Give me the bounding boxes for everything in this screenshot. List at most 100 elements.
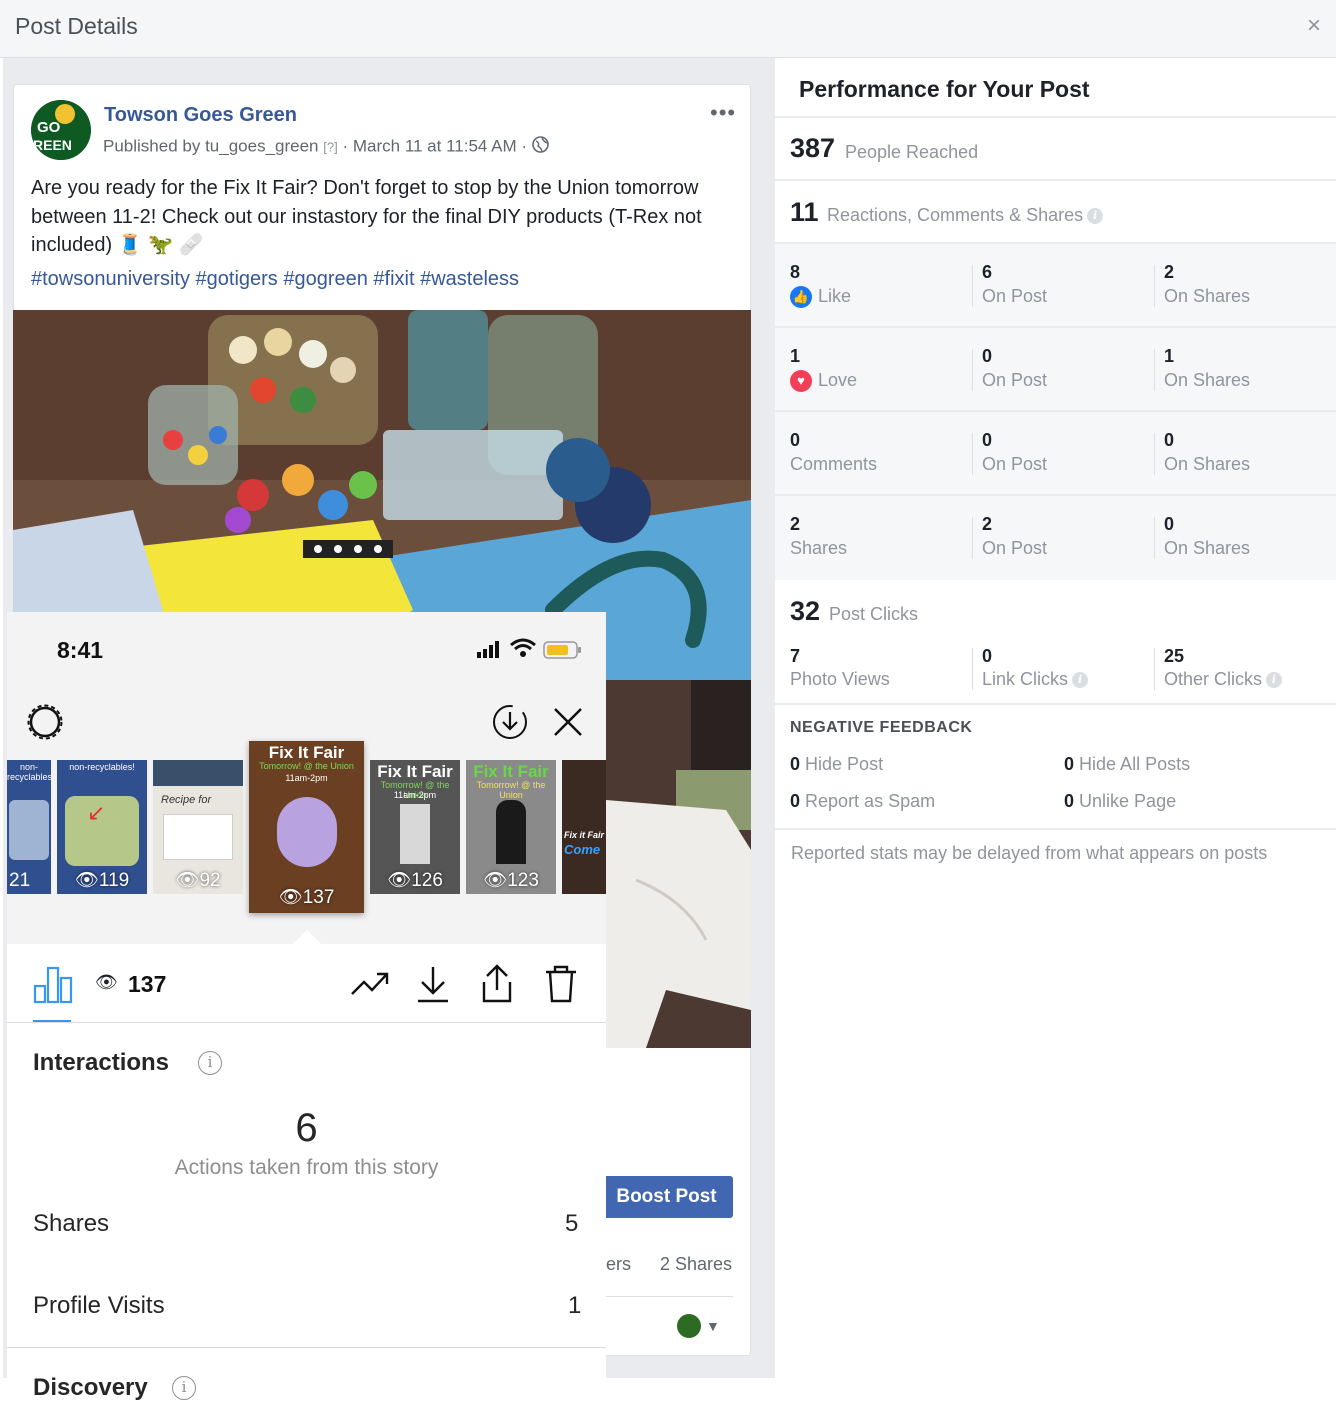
- reaction-total-label-text: Like: [818, 286, 852, 306]
- post-shares-count[interactable]: 2 Shares: [660, 1254, 732, 1275]
- eye-icon: 👁: [278, 887, 303, 908]
- selected-pointer: [293, 930, 321, 944]
- clicks-section: 32 Post Clicks 7 Photo Views 0 Link Clic…: [775, 580, 1336, 705]
- thumbnail-view-count: 👁119: [57, 868, 147, 892]
- arrow-icon: ↙: [87, 800, 106, 825]
- reaction-total-label-text: Love: [818, 370, 858, 390]
- reaction-breakdown-row: 2 Shares 2 On Post 0 On Shares: [775, 496, 1336, 580]
- other-clicks-value: 25: [1164, 646, 1185, 666]
- post-options-icon[interactable]: •••: [710, 100, 736, 126]
- thumbnail-time: 11am-2pm: [393, 790, 437, 800]
- view-count-value: 119: [98, 870, 130, 891]
- post-photo-secondary[interactable]: [606, 680, 751, 1048]
- on-post-value: 2: [982, 514, 993, 534]
- on-shares-value: 1: [1164, 346, 1175, 366]
- reach-row: 387 People Reached: [775, 118, 1336, 181]
- shares-value: 5: [565, 1210, 579, 1237]
- link-clicks-value: 0: [982, 646, 993, 666]
- reaction-total-value: 2: [790, 514, 801, 534]
- delete-trash-icon[interactable]: [543, 964, 579, 1009]
- story-thumbnail-selected[interactable]: Fix It Fair Tomorrow! @ the Union 11am-2…: [249, 741, 364, 913]
- download-story-icon[interactable]: [491, 703, 529, 746]
- reaction-breakdown-rows: 8 👍 Like 6 On Post 2 On Shares 1 ♥ Love 0 On Post 1 O…: [775, 244, 1336, 580]
- eye-icon: 👁: [175, 870, 200, 891]
- negative-feedback-title: NEGATIVE FEEDBACK: [790, 719, 973, 736]
- page-avatar-small[interactable]: [677, 1314, 701, 1338]
- thumbnail-header: [153, 760, 243, 786]
- interactions-title: Interactions: [33, 1049, 170, 1076]
- profile-visits-label: Profile Visits: [33, 1292, 165, 1319]
- reaction-breakdown-row: 8 👍 Like 6 On Post 2 On Shares: [775, 244, 1336, 328]
- story-thumbnail[interactable]: non-recyclables! 21: [7, 760, 51, 894]
- status-bar-time: 8:41: [57, 637, 104, 663]
- other-clicks-label: Other Clicks i: [1164, 669, 1283, 690]
- story-thumbnail[interactable]: Fix It Fair Tomorrow! @ the Union 👁123: [466, 760, 556, 894]
- thumbnail-title: Fix It Fair: [377, 762, 453, 781]
- divider: [7, 1022, 606, 1023]
- settings-gear-icon[interactable]: [27, 704, 63, 745]
- thumbnail-illustration: [9, 800, 49, 860]
- photo-views-value: 7: [790, 646, 801, 666]
- engagement-label: Reactions, Comments & Shares i: [827, 205, 1104, 226]
- story-thumbnail[interactable]: non-recyclables! ↙ 👁119: [57, 760, 147, 894]
- clicks-label: Post Clicks: [829, 604, 919, 624]
- avatar-logo-text: GO: [37, 119, 61, 136]
- report-spam-label: Report as Spam: [805, 791, 936, 811]
- story-view-count: 137: [128, 971, 167, 997]
- close-story-icon[interactable]: [552, 706, 584, 743]
- dialog-title: Post Details: [15, 13, 138, 39]
- on-shares-value: 0: [1164, 430, 1175, 450]
- thumbnail-title: Fix it Fair: [564, 830, 605, 840]
- svg-text:REEN: REEN: [33, 137, 72, 153]
- help-link[interactable]: [?]: [323, 139, 337, 154]
- reaction-total-value: 0: [790, 430, 801, 450]
- post-hashtags[interactable]: #towsonuniversity #gotigers #gogreen #fi…: [31, 268, 519, 291]
- publisher-link[interactable]: tu_goes_green: [205, 136, 318, 155]
- reaction-total-value: 1: [790, 346, 801, 366]
- dialog-header: Post Details ×: [0, 0, 1336, 58]
- reaction-total-label: ♥ Love: [790, 370, 858, 393]
- performance-title: Performance for Your Post: [799, 76, 1090, 102]
- save-download-icon[interactable]: [414, 964, 452, 1009]
- page-name-link[interactable]: Towson Goes Green: [104, 104, 297, 127]
- reach-label: People Reached: [845, 142, 979, 162]
- actions-value: 6: [295, 1106, 318, 1150]
- story-thumbnail[interactable]: Recipe for 👁92: [153, 760, 243, 894]
- post-date-link[interactable]: March 11 at 11:54 AM: [353, 136, 517, 155]
- thumbnail-illustration: [163, 814, 233, 860]
- story-thumbnail[interactable]: Fix It Fair Tomorrow! @ the Union 11am-2…: [370, 760, 460, 894]
- performance-header: Performance for Your Post: [775, 58, 1336, 118]
- thumbnail-label: non-recyclables!: [7, 762, 51, 782]
- info-icon[interactable]: i: [1266, 672, 1283, 689]
- insights-chart-icon[interactable]: [33, 964, 73, 1009]
- boost-post-button[interactable]: Boost Post: [600, 1176, 733, 1218]
- on-shares-value: 0: [1164, 514, 1175, 534]
- reaction-total-label: 👍 Like: [790, 286, 852, 309]
- close-icon[interactable]: ×: [1302, 14, 1326, 38]
- divider: [606, 1296, 733, 1297]
- post-byline: Published by tu_goes_green [?] · March 1…: [103, 136, 549, 158]
- column-divider: [972, 349, 973, 391]
- thumbnail-view-count: 21: [9, 870, 31, 891]
- page-avatar[interactable]: GO REEN: [31, 100, 91, 160]
- share-icon[interactable]: [478, 964, 516, 1009]
- on-post-value: 0: [982, 346, 993, 366]
- view-count-value: 92: [199, 870, 221, 891]
- info-icon[interactable]: i: [1087, 208, 1104, 225]
- column-divider: [1154, 265, 1155, 307]
- hide-post-label: Hide Post: [805, 754, 884, 774]
- trending-icon[interactable]: [350, 968, 390, 1005]
- column-divider: [972, 433, 973, 475]
- unlike-page-value: 0: [1064, 791, 1075, 811]
- link-clicks-label-text: Link Clicks: [982, 669, 1069, 689]
- story-thumbnail[interactable]: Fix it Fair Come: [562, 760, 606, 894]
- info-icon[interactable]: i: [198, 1051, 222, 1075]
- chevron-down-icon[interactable]: ▼: [706, 1318, 720, 1334]
- reaction-total-label: Shares: [790, 538, 847, 559]
- reaction-summary-fragment[interactable]: ers: [606, 1254, 631, 1275]
- story-insights-overlay: 8:41 non-recyclables! 21 non-recyclables…: [7, 612, 606, 1401]
- profile-visits-value: 1: [568, 1292, 582, 1319]
- thumbnail-illustration: [400, 804, 430, 864]
- info-icon[interactable]: i: [1072, 672, 1089, 689]
- info-icon[interactable]: i: [172, 1376, 196, 1400]
